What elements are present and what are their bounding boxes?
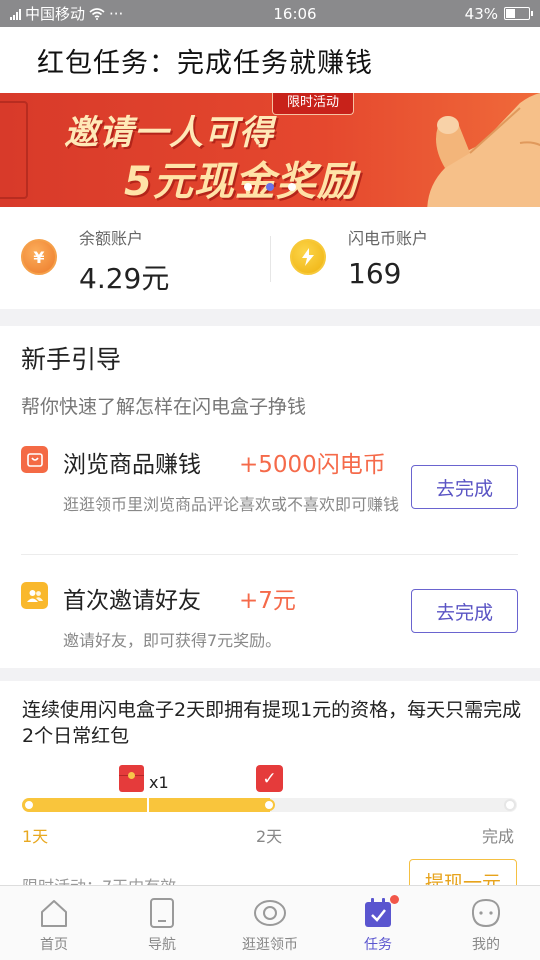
banner-headline: 邀请一人可得: [64, 113, 274, 153]
progress-node: [263, 799, 275, 811]
battery-percent: 43%: [464, 4, 498, 23]
balance-account[interactable]: ¥ 余额账户 4.29元: [0, 207, 270, 309]
task-description: 邀请好友，即可获得7元奖励。: [63, 631, 282, 650]
page-title: 红包任务：完成任务就赚钱: [0, 27, 540, 93]
carousel-dot-active[interactable]: [266, 183, 274, 191]
task-reward: +5000闪电币: [239, 452, 386, 478]
streak-description: 连续使用闪电盒子2天即拥有提现1元的资格，每天只需完成2个日常红包: [22, 699, 522, 747]
progress-fill: [22, 798, 270, 812]
tab-browse-coins[interactable]: 逛逛领币: [216, 886, 324, 960]
limited-time-note: 限时活动：7天内有效: [22, 873, 176, 885]
battery-icon: [504, 7, 533, 20]
yuan-coin-icon: ¥: [21, 239, 57, 275]
task-description: 逛逛领币里浏览商品评论喜欢或不喜欢即可赚钱: [63, 495, 400, 514]
lightning-coin-icon: [290, 239, 326, 275]
carousel-dots: [244, 183, 296, 191]
newbie-guide-section: 新手引导 帮你快速了解怎样在闪电盒子挣钱 浏览商品赚钱 +5000闪电币 逛逛领…: [0, 326, 540, 668]
tab-label: 任务: [364, 937, 392, 953]
tab-profile[interactable]: 我的: [432, 886, 540, 960]
checkmark-icon: ✓: [256, 765, 283, 792]
withdraw-button[interactable]: 提现一元: [409, 859, 517, 885]
profile-icon: [469, 896, 503, 930]
friends-icon: [21, 582, 48, 609]
streak-section: 连续使用闪电盒子2天即拥有提现1元的资格，每天只需完成2个日常红包 x1 ✓ 1…: [0, 681, 540, 885]
promo-banner[interactable]: 限时活动 邀请一人可得 5元现金奖励: [0, 93, 540, 207]
progress-label-day1: 1天: [22, 827, 49, 846]
section-title: 新手引导: [21, 345, 122, 374]
tab-label: 逛逛领币: [242, 937, 298, 953]
task-name: 首次邀请好友: [63, 588, 201, 614]
tab-navigation[interactable]: 导航: [108, 886, 216, 960]
section-subtitle: 帮你快速了解怎样在闪电盒子挣钱: [21, 396, 307, 418]
balance-label: 余额账户: [79, 229, 144, 248]
carousel-dot[interactable]: [244, 183, 252, 191]
tab-label: 首页: [40, 937, 68, 953]
envelope-decoration: [0, 101, 28, 199]
lightning-coin-label: 闪电币账户: [348, 229, 429, 248]
progress-label-day2: 2天: [256, 827, 283, 846]
red-packet-icon: [119, 765, 144, 792]
task-name: 浏览商品赚钱: [63, 452, 201, 478]
tab-home[interactable]: 首页: [0, 886, 108, 960]
bottom-tab-bar: 首页 导航 逛逛领币 任务 我的: [0, 885, 540, 960]
notification-dot: [390, 895, 399, 904]
progress-node: [504, 799, 516, 811]
task-reward: +7元: [239, 588, 296, 614]
progress-track: [22, 798, 517, 812]
lightning-coin-account[interactable]: 闪电币账户 169: [270, 207, 540, 309]
divider: [21, 554, 518, 555]
progress-separator: [147, 798, 149, 812]
banner-tag: 限时活动: [272, 93, 354, 115]
browse-coins-icon: [253, 896, 287, 930]
carrier-name: 中国移动: [25, 5, 86, 23]
red-packet-count: x1: [149, 773, 169, 792]
wifi-icon: [89, 7, 105, 20]
signal-icon: [10, 8, 21, 20]
carousel-dot[interactable]: [288, 183, 296, 191]
status-bar: 中国移动 ··· 16:06 43%: [0, 0, 540, 27]
complete-task-button[interactable]: 去完成: [411, 589, 518, 633]
status-time: 16:06: [273, 4, 317, 23]
tab-label: 我的: [472, 937, 500, 953]
tab-label: 导航: [148, 937, 176, 953]
banner-subheadline: 5元现金奖励: [124, 159, 358, 205]
divider: [270, 236, 271, 282]
home-icon: [37, 896, 71, 930]
balance-value: 4.29元: [79, 262, 170, 295]
tab-tasks[interactable]: 任务: [324, 886, 432, 960]
progress-node: [23, 799, 35, 811]
lightning-coin-value: 169: [348, 257, 402, 290]
progress-label-done: 完成: [482, 827, 515, 846]
status-more: ···: [109, 4, 124, 23]
complete-task-button[interactable]: 去完成: [411, 465, 518, 509]
hand-illustration: [427, 93, 540, 207]
browse-icon: [21, 446, 48, 473]
navigation-icon: [145, 896, 179, 930]
